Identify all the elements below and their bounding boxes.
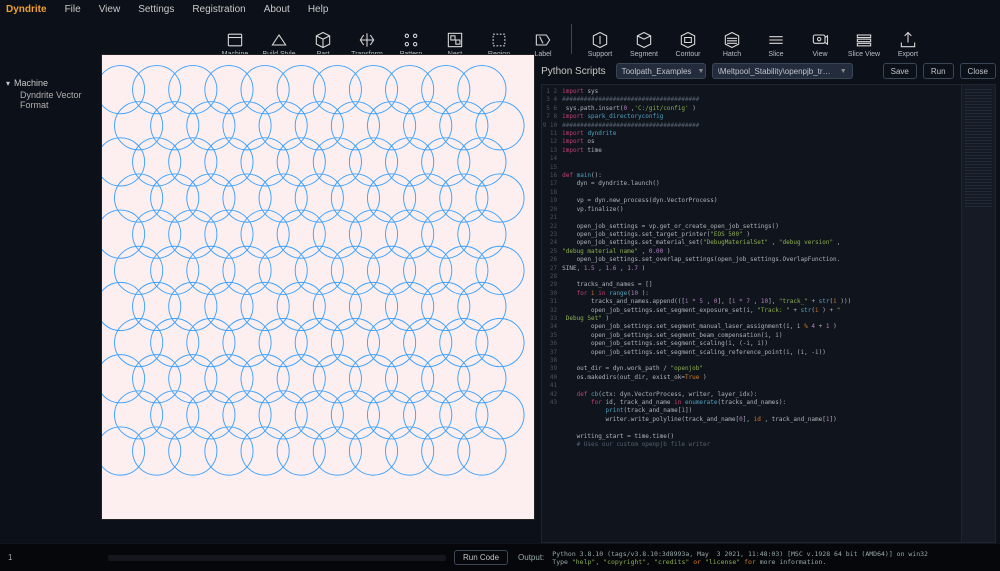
slice-icon <box>766 30 786 50</box>
tool-label: Slice View <box>848 51 880 58</box>
menu-file[interactable]: File <box>65 4 81 15</box>
progress-track <box>108 555 446 561</box>
scripts-title: Python Scripts <box>541 66 609 77</box>
viewport[interactable] <box>101 54 535 520</box>
build-style-icon <box>269 30 289 50</box>
menu-view[interactable]: View <box>99 4 121 15</box>
tool-pattern[interactable]: Pattern <box>392 20 430 58</box>
part-icon <box>313 30 333 50</box>
page-indicator: 1 <box>0 553 108 562</box>
chevron-down-icon: ▼ <box>697 68 704 75</box>
close-button[interactable]: Close <box>960 63 996 79</box>
chevron-down-icon: ▼ <box>840 68 847 75</box>
view-icon <box>810 30 830 50</box>
export-icon <box>898 30 918 50</box>
tree-root-label: Machine <box>14 78 48 88</box>
tool-label: Hatch <box>723 51 741 58</box>
tool-label: Segment <box>630 51 658 58</box>
hatch-icon <box>722 30 742 50</box>
tool-label: View <box>812 51 827 58</box>
menu-bar: Dyndrite File View Settings Registration… <box>0 0 1000 18</box>
tree-panel: ▾ Machine Dyndrite Vector Format <box>0 60 101 543</box>
script-file-dropdown[interactable]: \Meltpool_Stability\openpjb_tracks_test.… <box>712 63 853 79</box>
tool-build-style[interactable]: Build Style <box>260 20 298 58</box>
minimap[interactable] <box>961 85 995 542</box>
tool-label: Label <box>534 51 551 58</box>
tool-label: Slice <box>768 51 783 58</box>
brand: Dyndrite <box>6 4 47 15</box>
save-button[interactable]: Save <box>883 63 917 79</box>
scripts-header: Python Scripts Toolpath_Examples ▼ \Melt… <box>541 60 996 82</box>
chevron-down-icon: ▾ <box>6 79 10 88</box>
code-area[interactable]: import sys #############################… <box>560 85 961 542</box>
tool-export[interactable]: Export <box>889 20 927 58</box>
code-gutter: 1 2 3 4 5 6 7 8 9 10 11 12 13 14 15 16 1… <box>542 85 560 542</box>
menu-about[interactable]: About <box>264 4 290 15</box>
run-button[interactable]: Run <box>923 63 954 79</box>
scripts-panel: Python Scripts Toolpath_Examples ▼ \Melt… <box>541 60 996 543</box>
tree-root[interactable]: ▾ Machine <box>6 78 95 88</box>
footer: 1 Run Code Output: Python 3.8.10 (tags/v… <box>0 543 1000 571</box>
tool-segment[interactable]: Segment <box>625 20 663 58</box>
pattern-icon <box>401 30 421 50</box>
tool-label: Contour <box>676 51 701 58</box>
tool-hatch[interactable]: Hatch <box>713 20 751 58</box>
tool-label: Support <box>588 51 613 58</box>
script-category-dropdown[interactable]: Toolpath_Examples ▼ <box>616 63 706 79</box>
toolbar-separator <box>571 24 572 54</box>
dd1-value: Toolpath_Examples <box>622 67 692 76</box>
menu-help[interactable]: Help <box>308 4 329 15</box>
tool-nest[interactable]: Nest <box>436 20 474 58</box>
dd2-value: \Meltpool_Stability\openpjb_tracks_test.… <box>718 67 834 76</box>
tool-view[interactable]: View <box>801 20 839 58</box>
console: Python 3.8.10 (tags/v3.8.10:3d8993a, May… <box>552 550 1000 566</box>
minimap-preview <box>965 89 992 209</box>
tool-region[interactable]: Region <box>480 20 518 58</box>
tool-contour[interactable]: Contour <box>669 20 707 58</box>
label-icon <box>533 30 553 50</box>
support-icon <box>590 30 610 50</box>
region-icon <box>489 30 509 50</box>
tool-support[interactable]: Support <box>581 20 619 58</box>
tree-child[interactable]: Dyndrite Vector Format <box>6 90 95 110</box>
tool-transform[interactable]: Transform <box>348 20 386 58</box>
pattern-canvas <box>102 55 534 519</box>
tool-slice[interactable]: Slice <box>757 20 795 58</box>
contour-icon <box>678 30 698 50</box>
menu-settings[interactable]: Settings <box>138 4 174 15</box>
menu-registration[interactable]: Registration <box>192 4 245 15</box>
tool-slice-view[interactable]: Slice View <box>845 20 883 58</box>
slice-view-icon <box>854 30 874 50</box>
tool-label: Export <box>898 51 918 58</box>
segment-icon <box>634 30 654 50</box>
transform-icon <box>357 30 377 50</box>
tool-label[interactable]: Label <box>524 20 562 58</box>
tool-machine[interactable]: Machine <box>216 20 254 58</box>
main-area: ▾ Machine Dyndrite Vector Format Python … <box>0 60 1000 543</box>
run-code-button[interactable]: Run Code <box>454 550 508 565</box>
code-editor[interactable]: 1 2 3 4 5 6 7 8 9 10 11 12 13 14 15 16 1… <box>541 84 996 543</box>
nest-icon <box>445 30 465 50</box>
tree-child-label: Dyndrite Vector Format <box>20 90 82 110</box>
output-label: Output: <box>518 553 544 562</box>
machine-icon <box>225 30 245 50</box>
tool-part[interactable]: Part <box>304 20 342 58</box>
